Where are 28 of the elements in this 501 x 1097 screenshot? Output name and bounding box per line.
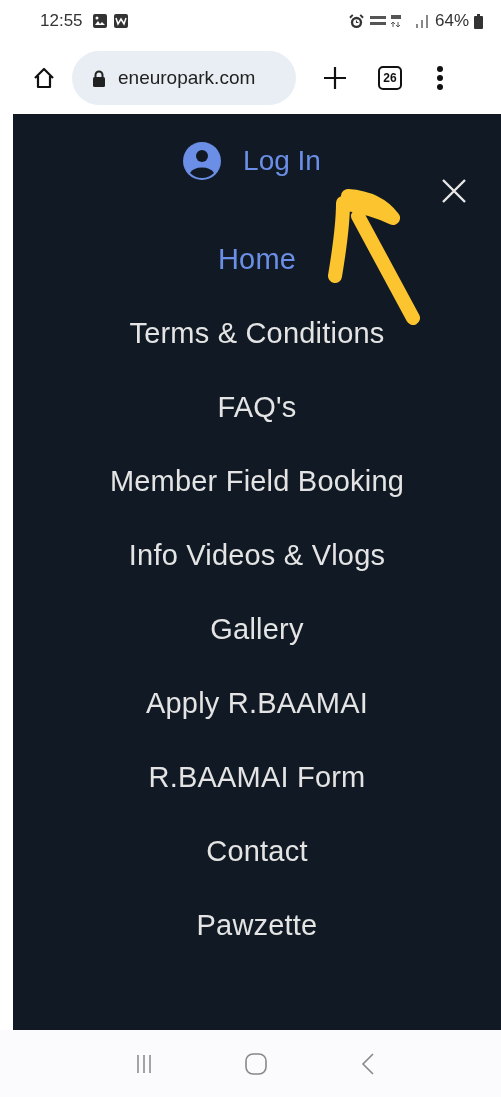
menu-link[interactable]: Contact xyxy=(206,814,308,888)
menu-link[interactable]: Home xyxy=(217,222,297,296)
login-link[interactable]: Log In xyxy=(183,141,321,181)
close-icon[interactable] xyxy=(441,178,467,204)
menu-link[interactable]: Terms & Conditions xyxy=(129,296,385,370)
menu-link[interactable]: Pawzette xyxy=(196,888,318,962)
image-notification-icon xyxy=(91,13,108,29)
alarm-icon xyxy=(348,13,364,29)
battery-percentage: 64% xyxy=(434,11,469,31)
lock-icon xyxy=(92,69,106,87)
address-bar[interactable]: eneuropark.com xyxy=(72,51,296,105)
new-tab-icon[interactable] xyxy=(322,65,348,91)
more-menu-icon[interactable] xyxy=(436,65,444,91)
menu-link[interactable]: Gallery xyxy=(210,592,304,666)
home-button-icon[interactable] xyxy=(244,1051,269,1076)
menu-link[interactable]: Info Videos & Vlogs xyxy=(128,518,386,592)
signal-icon xyxy=(413,13,430,29)
app-notification-icon xyxy=(112,13,129,29)
menu-link[interactable]: Member Field Booking xyxy=(109,444,405,518)
menu-link[interactable]: FAQ's xyxy=(217,370,297,444)
back-icon[interactable] xyxy=(360,1051,375,1076)
battery-icon xyxy=(474,13,483,29)
status-time: 12:55 xyxy=(40,11,83,31)
menu-link[interactable]: R.BAAMAI Form xyxy=(148,740,366,814)
menu-link[interactable]: Apply R.BAAMAI xyxy=(146,666,368,740)
tab-count-button[interactable]: 26 xyxy=(378,66,402,90)
user-avatar-icon xyxy=(183,142,222,180)
home-icon[interactable] xyxy=(32,66,56,90)
